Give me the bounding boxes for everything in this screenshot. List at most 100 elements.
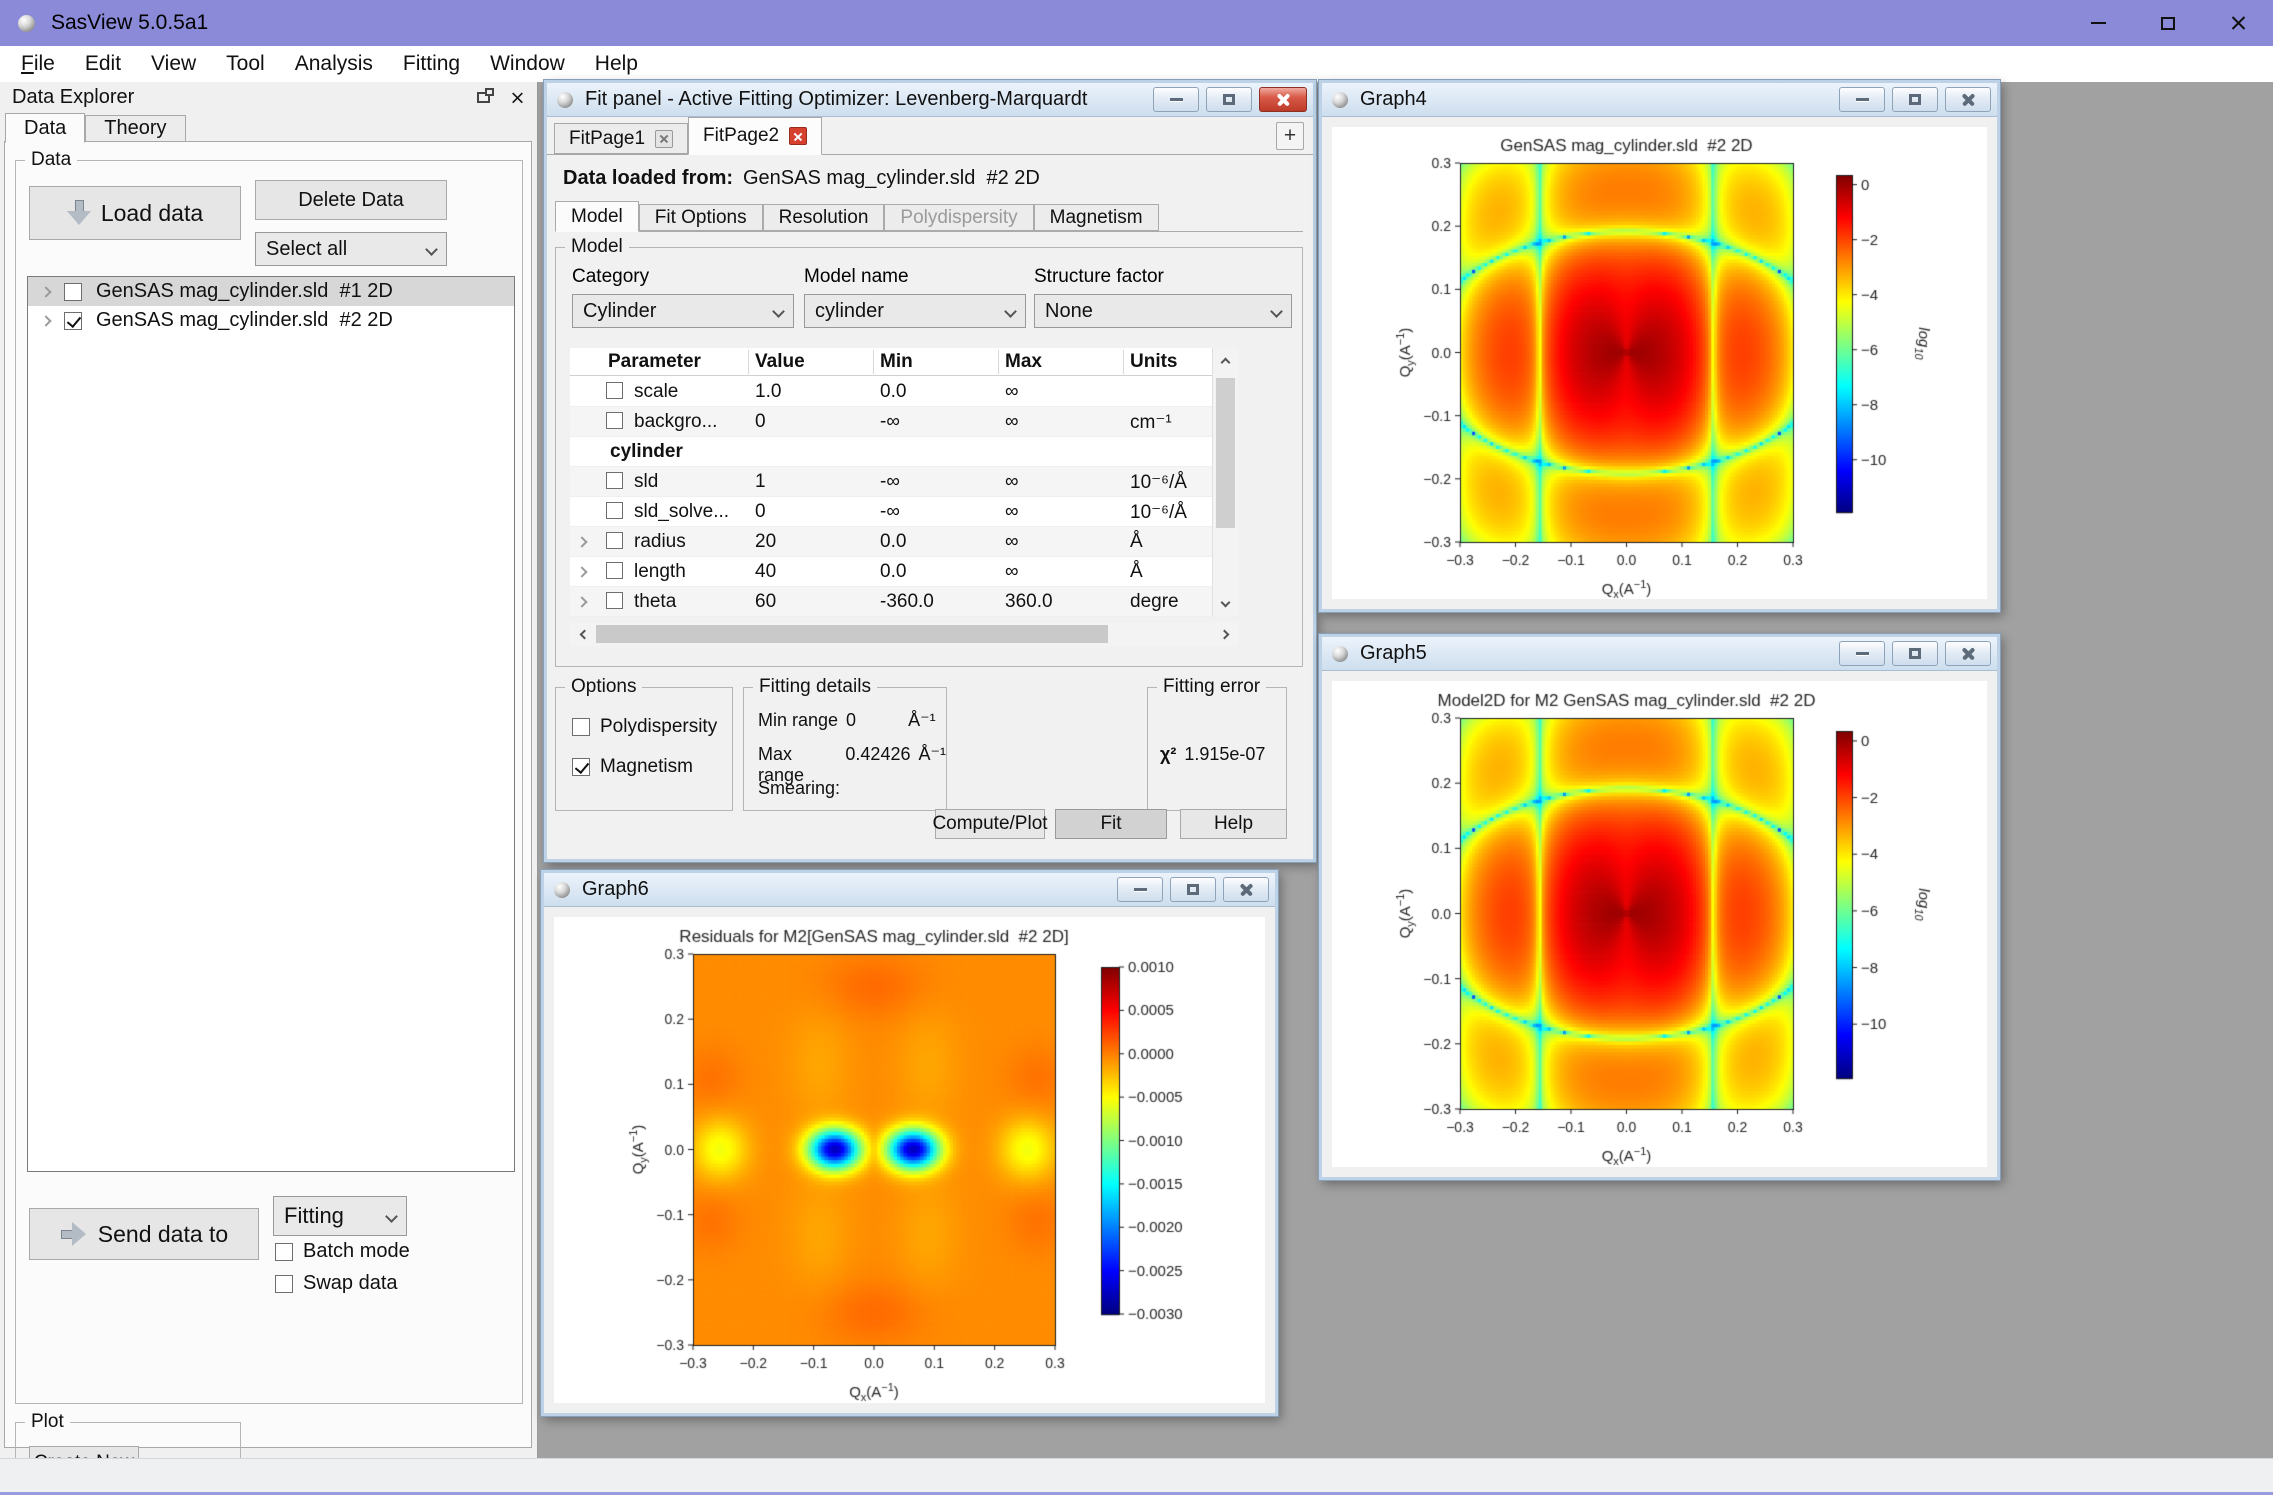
- parameter-name: theta: [634, 591, 676, 613]
- close-button[interactable]: [1259, 87, 1307, 112]
- maximize-icon: [1909, 94, 1921, 105]
- minimize-button[interactable]: [1839, 641, 1885, 666]
- close-button[interactable]: [1945, 641, 1991, 666]
- menu-help[interactable]: Help: [580, 46, 653, 82]
- fitpage-tab-fitpage1[interactable]: FitPage1: [554, 123, 688, 154]
- batch-mode-checkbox[interactable]: [275, 1243, 293, 1261]
- close-panel-icon[interactable]: [512, 91, 524, 103]
- parameter-row[interactable]: theta60-360.0360.0degre: [570, 587, 1212, 617]
- polydispersity-checkbox[interactable]: [572, 718, 590, 736]
- fit-tab-polydispersity[interactable]: Polydispersity: [884, 204, 1033, 231]
- parameter-row[interactable]: sld_solve...0-∞∞10⁻⁶/Å: [570, 497, 1212, 527]
- maximize-button[interactable]: [1892, 87, 1938, 112]
- batch-mode-option[interactable]: Batch mode: [275, 1240, 410, 1263]
- menu-window[interactable]: Window: [475, 46, 580, 82]
- parameter-checkbox[interactable]: [606, 412, 623, 429]
- graph4-heatmap[interactable]: [1332, 127, 1987, 599]
- close-icon: [2231, 16, 2246, 31]
- scroll-left-arrow[interactable]: [570, 622, 594, 646]
- tree-item[interactable]: GenSAS mag_cylinder.sld #1 2D: [28, 277, 514, 306]
- model-group: Model Category Model name Structure fact…: [555, 247, 1303, 667]
- option-magnetism[interactable]: Magnetism: [572, 756, 693, 778]
- fit-panel-window: Fit panel - Active Fitting Optimizer: Le…: [544, 80, 1316, 862]
- parameter-checkbox[interactable]: [606, 562, 623, 579]
- minimize-button[interactable]: [1153, 87, 1199, 112]
- tree-item-checkbox[interactable]: [64, 312, 82, 330]
- close-tab-icon[interactable]: [655, 130, 673, 148]
- scroll-right-arrow[interactable]: [1214, 622, 1238, 646]
- send-data-to-button[interactable]: Send data to: [29, 1208, 259, 1260]
- expand-chevron-icon[interactable]: [40, 286, 51, 297]
- tree-item-checkbox[interactable]: [64, 283, 82, 301]
- scroll-up-arrow[interactable]: [1213, 348, 1238, 372]
- fitpage-tab-label: FitPage1: [569, 128, 645, 150]
- float-panel-icon[interactable]: [477, 92, 490, 103]
- parameter-checkbox[interactable]: [606, 382, 623, 399]
- tab-data[interactable]: Data: [5, 113, 85, 143]
- options-group-label: Options: [565, 676, 642, 698]
- tab-theory[interactable]: Theory: [85, 115, 185, 142]
- parameter-row[interactable]: sld1-∞∞10⁻⁶/Å: [570, 467, 1212, 497]
- option-polydispersity[interactable]: Polydispersity: [572, 716, 717, 738]
- parameter-checkbox[interactable]: [606, 502, 623, 519]
- send-to-combo[interactable]: Fitting: [273, 1196, 407, 1236]
- scroll-down-arrow[interactable]: [1213, 592, 1238, 616]
- fit-tab-model[interactable]: Model: [555, 201, 639, 232]
- fit-tab-fit-options[interactable]: Fit Options: [639, 204, 763, 231]
- delete-data-button[interactable]: Delete Data: [255, 180, 447, 220]
- magnetism-checkbox[interactable]: [572, 758, 590, 776]
- fit-help-button[interactable]: Help: [1180, 809, 1287, 839]
- menu-file[interactable]: File: [6, 46, 70, 82]
- menu-tool[interactable]: Tool: [211, 46, 280, 82]
- minimize-button[interactable]: [1839, 87, 1885, 112]
- graph5-heatmap[interactable]: [1332, 681, 1987, 1167]
- parameter-row[interactable]: radius200.0∞Å: [570, 527, 1212, 557]
- category-combo[interactable]: Cylinder: [572, 294, 794, 328]
- menu-edit[interactable]: Edit: [70, 46, 136, 82]
- maximize-button[interactable]: [1206, 87, 1252, 112]
- fitpage-tab-fitpage2[interactable]: FitPage2: [688, 117, 822, 155]
- swap-data-checkbox[interactable]: [275, 1275, 293, 1293]
- close-button[interactable]: [1223, 877, 1269, 902]
- minimize-button[interactable]: [1117, 877, 1163, 902]
- close-button[interactable]: [1945, 87, 1991, 112]
- tree-item[interactable]: GenSAS mag_cylinder.sld #2 2D: [28, 306, 514, 335]
- compute-plot-button[interactable]: Compute/Plot: [935, 809, 1045, 839]
- minimize-button[interactable]: [2063, 0, 2133, 46]
- maximize-button[interactable]: [1170, 877, 1216, 902]
- menu-fitting[interactable]: Fitting: [388, 46, 475, 82]
- parameter-checkbox[interactable]: [606, 472, 623, 489]
- expand-chevron-icon[interactable]: [40, 315, 51, 326]
- structure-factor-combo[interactable]: None: [1034, 294, 1292, 328]
- parameter-units: cm⁻¹: [1130, 411, 1172, 434]
- maximize-button[interactable]: [1892, 641, 1938, 666]
- fit-tab-magnetism[interactable]: Magnetism: [1034, 204, 1159, 231]
- graph6-heatmap[interactable]: [554, 917, 1265, 1403]
- add-fitpage-button[interactable]: +: [1276, 122, 1304, 150]
- menu-view[interactable]: View: [136, 46, 211, 82]
- horizontal-scrollbar[interactable]: [570, 622, 1238, 646]
- chevron-down-icon: [1004, 305, 1017, 318]
- load-data-button[interactable]: Load data: [29, 186, 241, 240]
- parameter-checkbox[interactable]: [606, 592, 623, 609]
- parameter-row[interactable]: backgro...0-∞∞cm⁻¹: [570, 407, 1212, 437]
- close-button[interactable]: [2203, 0, 2273, 46]
- model-name-combo[interactable]: cylinder: [804, 294, 1026, 328]
- scrollbar-thumb[interactable]: [596, 625, 1108, 643]
- expand-chevron-icon[interactable]: [576, 566, 587, 577]
- fit-button[interactable]: Fit: [1055, 809, 1167, 839]
- fit-tab-resolution[interactable]: Resolution: [763, 204, 885, 231]
- tree-item-label: GenSAS mag_cylinder.sld #2 2D: [96, 309, 393, 332]
- parameter-row[interactable]: scale1.00.0∞: [570, 377, 1212, 407]
- select-all-combo[interactable]: Select all: [255, 232, 447, 266]
- maximize-button[interactable]: [2133, 0, 2203, 46]
- swap-data-option[interactable]: Swap data: [275, 1272, 398, 1295]
- expand-chevron-icon[interactable]: [576, 536, 587, 547]
- menu-analysis[interactable]: Analysis: [280, 46, 388, 82]
- close-tab-icon[interactable]: [789, 127, 807, 145]
- vertical-scrollbar[interactable]: [1212, 348, 1238, 616]
- expand-chevron-icon[interactable]: [576, 596, 587, 607]
- scrollbar-thumb[interactable]: [1216, 378, 1235, 528]
- parameter-row[interactable]: length400.0∞Å: [570, 557, 1212, 587]
- parameter-checkbox[interactable]: [606, 532, 623, 549]
